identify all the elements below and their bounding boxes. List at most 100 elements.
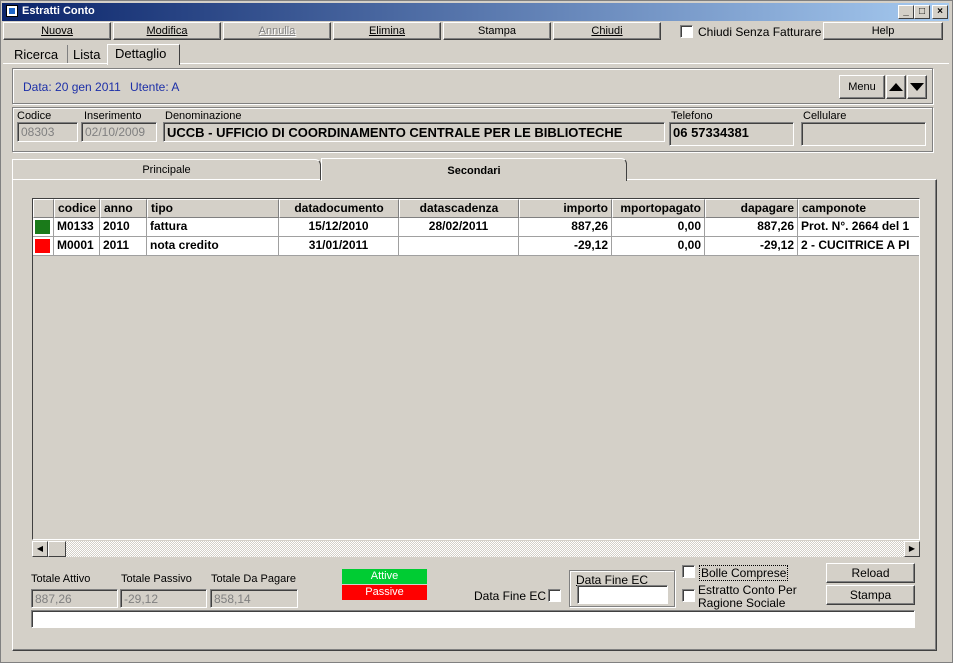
tab-principale[interactable]: Principale bbox=[12, 159, 321, 180]
status-indicator-passivo bbox=[35, 239, 50, 253]
reload-label: Reload bbox=[851, 566, 890, 580]
cell-codice[interactable]: M0133 bbox=[54, 218, 100, 237]
modifica-button[interactable]: Modifica bbox=[113, 22, 221, 40]
tab-ricerca[interactable]: Ricerca bbox=[11, 47, 61, 62]
cell-importopagato[interactable]: 0,00 bbox=[612, 218, 705, 237]
stampa-button[interactable]: Stampa bbox=[826, 585, 915, 605]
cell-dapagare[interactable]: -29,12 bbox=[705, 237, 798, 256]
cell-tipo[interactable]: fattura bbox=[147, 218, 279, 237]
menu-label: Menu bbox=[848, 81, 876, 93]
cell-camponote[interactable]: Prot. N°. 2664 del 1 bbox=[798, 218, 919, 237]
cell-camponote[interactable]: 2 - CUCITRICE A PI bbox=[798, 237, 919, 256]
cell-codice[interactable]: M0001 bbox=[54, 237, 100, 256]
stampa-label: Stampa bbox=[478, 25, 516, 37]
menu-button[interactable]: Menu bbox=[839, 75, 885, 99]
cell-datadocumento[interactable]: 15/12/2010 bbox=[279, 218, 399, 237]
elimina-label: Elimina bbox=[368, 25, 406, 37]
telefono-field[interactable]: 06 57334381 bbox=[669, 122, 794, 146]
denominazione-field[interactable]: UCCB - UFFICIO DI COORDINAMENTO CENTRALE… bbox=[163, 122, 665, 142]
estratto-conto-ragione-sociale-checkbox[interactable] bbox=[682, 589, 695, 602]
ragione-sociale-label: Ragione Sociale bbox=[698, 596, 786, 610]
cell-tipo[interactable]: nota credito bbox=[147, 237, 279, 256]
totale-attivo-field[interactable]: 887,26 bbox=[31, 589, 118, 608]
chiudi-senza-fatturare-label: Chiudi Senza Fatturare bbox=[698, 25, 822, 39]
status-line bbox=[31, 610, 915, 628]
legend-attive: Attive bbox=[342, 569, 427, 584]
data-fine-ec-input[interactable] bbox=[577, 585, 668, 604]
data-fine-ec-check-label: Data Fine EC bbox=[474, 589, 547, 603]
col-header-importopagato[interactable]: mportopagato bbox=[612, 199, 705, 218]
tab-secondari-label: Secondari bbox=[447, 165, 501, 177]
current-date: Data: 20 gen 2011 bbox=[23, 80, 121, 94]
help-label: Help bbox=[871, 25, 895, 37]
col-header-dapagare[interactable]: dapagare bbox=[705, 199, 798, 218]
annulla-label: Annulla bbox=[258, 25, 296, 37]
legend-passive: Passive bbox=[342, 585, 427, 600]
cell-importo[interactable]: 887,26 bbox=[519, 218, 612, 237]
stampa-toolbar-button[interactable]: Stampa bbox=[443, 22, 551, 40]
col-header-tipo[interactable]: tipo bbox=[147, 199, 279, 218]
col-header-importo[interactable]: importo bbox=[519, 199, 612, 218]
cell-datascadenza[interactable]: 28/02/2011 bbox=[399, 218, 519, 237]
denominazione-label: Denominazione bbox=[165, 110, 242, 122]
table-row-status[interactable] bbox=[33, 218, 54, 237]
status-indicator-attivo bbox=[35, 220, 50, 234]
col-header-codice[interactable]: codice bbox=[54, 199, 100, 218]
reload-button[interactable]: Reload bbox=[826, 563, 915, 583]
col-header-datascadenza[interactable]: datascadenza bbox=[399, 199, 519, 218]
cell-anno[interactable]: 2010 bbox=[100, 218, 147, 237]
elimina-button[interactable]: Elimina bbox=[333, 22, 441, 40]
chiudi-label: Chiudi bbox=[591, 25, 623, 37]
telefono-label: Telefono bbox=[671, 110, 713, 122]
maximize-icon[interactable]: □ bbox=[914, 5, 930, 19]
inserimento-field[interactable]: 02/10/2009 bbox=[81, 122, 157, 142]
tab-separator bbox=[67, 45, 68, 63]
scroll-right-icon[interactable]: ▶ bbox=[904, 541, 920, 557]
tab-lista[interactable]: Lista bbox=[70, 47, 103, 62]
estratto-conto-per-label: Estratto Conto Per bbox=[698, 583, 797, 597]
totale-da-pagare-field[interactable]: 858,14 bbox=[210, 589, 298, 608]
grid-corner bbox=[33, 199, 54, 218]
codice-field[interactable]: 08303 bbox=[17, 122, 78, 142]
cell-dapagare[interactable]: 887,26 bbox=[705, 218, 798, 237]
data-fine-ec-checkbox[interactable] bbox=[548, 589, 561, 602]
chiudi-senza-fatturare-checkbox[interactable] bbox=[680, 25, 693, 38]
codice-label: Codice bbox=[17, 110, 52, 122]
chiudi-button[interactable]: Chiudi bbox=[553, 22, 661, 40]
totale-passivo-label: Totale Passivo bbox=[121, 573, 192, 585]
col-header-datadocumento[interactable]: datadocumento bbox=[279, 199, 399, 218]
title-bar: Estratti Conto _ □ × bbox=[2, 3, 949, 21]
current-user: Utente: A bbox=[130, 80, 180, 94]
close-icon[interactable]: × bbox=[932, 5, 948, 19]
cell-datascadenza[interactable] bbox=[399, 237, 519, 256]
tab-principale-label: Principale bbox=[142, 164, 191, 176]
table-row-status[interactable] bbox=[33, 237, 54, 256]
inserimento-label: Inserimento bbox=[84, 110, 142, 122]
cellulare-label: Cellulare bbox=[803, 110, 847, 122]
cell-datadocumento[interactable]: 31/01/2011 bbox=[279, 237, 399, 256]
totale-passivo-field[interactable]: -29,12 bbox=[120, 589, 207, 608]
col-header-camponote[interactable]: camponote bbox=[798, 199, 919, 218]
horizontal-scrollbar[interactable]: ◀ ▶ bbox=[32, 541, 920, 557]
minimize-icon[interactable]: _ bbox=[898, 5, 914, 19]
tab-secondari[interactable]: Secondari bbox=[321, 158, 627, 181]
totale-attivo-label: Totale Attivo bbox=[31, 573, 91, 585]
scroll-left-icon[interactable]: ◀ bbox=[32, 541, 48, 557]
documents-grid[interactable]: codice anno tipo datadocumento datascade… bbox=[32, 198, 920, 540]
cell-importo[interactable]: -29,12 bbox=[519, 237, 612, 256]
cell-anno[interactable]: 2011 bbox=[100, 237, 147, 256]
help-button[interactable]: Help bbox=[823, 22, 943, 40]
cellulare-field[interactable] bbox=[801, 122, 926, 146]
nuova-button[interactable]: Nuova bbox=[3, 22, 111, 40]
annulla-button[interactable]: Annulla bbox=[223, 22, 331, 40]
previous-record-button[interactable] bbox=[886, 75, 906, 99]
next-record-button[interactable] bbox=[907, 75, 927, 99]
scroll-thumb[interactable] bbox=[48, 541, 66, 557]
arrow-down-icon bbox=[910, 83, 924, 91]
cell-importopagato[interactable]: 0,00 bbox=[612, 237, 705, 256]
col-header-anno[interactable]: anno bbox=[100, 199, 147, 218]
window-title: Estratti Conto bbox=[22, 5, 95, 17]
tab-dettaglio[interactable]: Dettaglio bbox=[112, 46, 169, 61]
nuova-label: Nuova bbox=[41, 25, 73, 37]
bolle-comprese-checkbox[interactable] bbox=[682, 565, 695, 578]
